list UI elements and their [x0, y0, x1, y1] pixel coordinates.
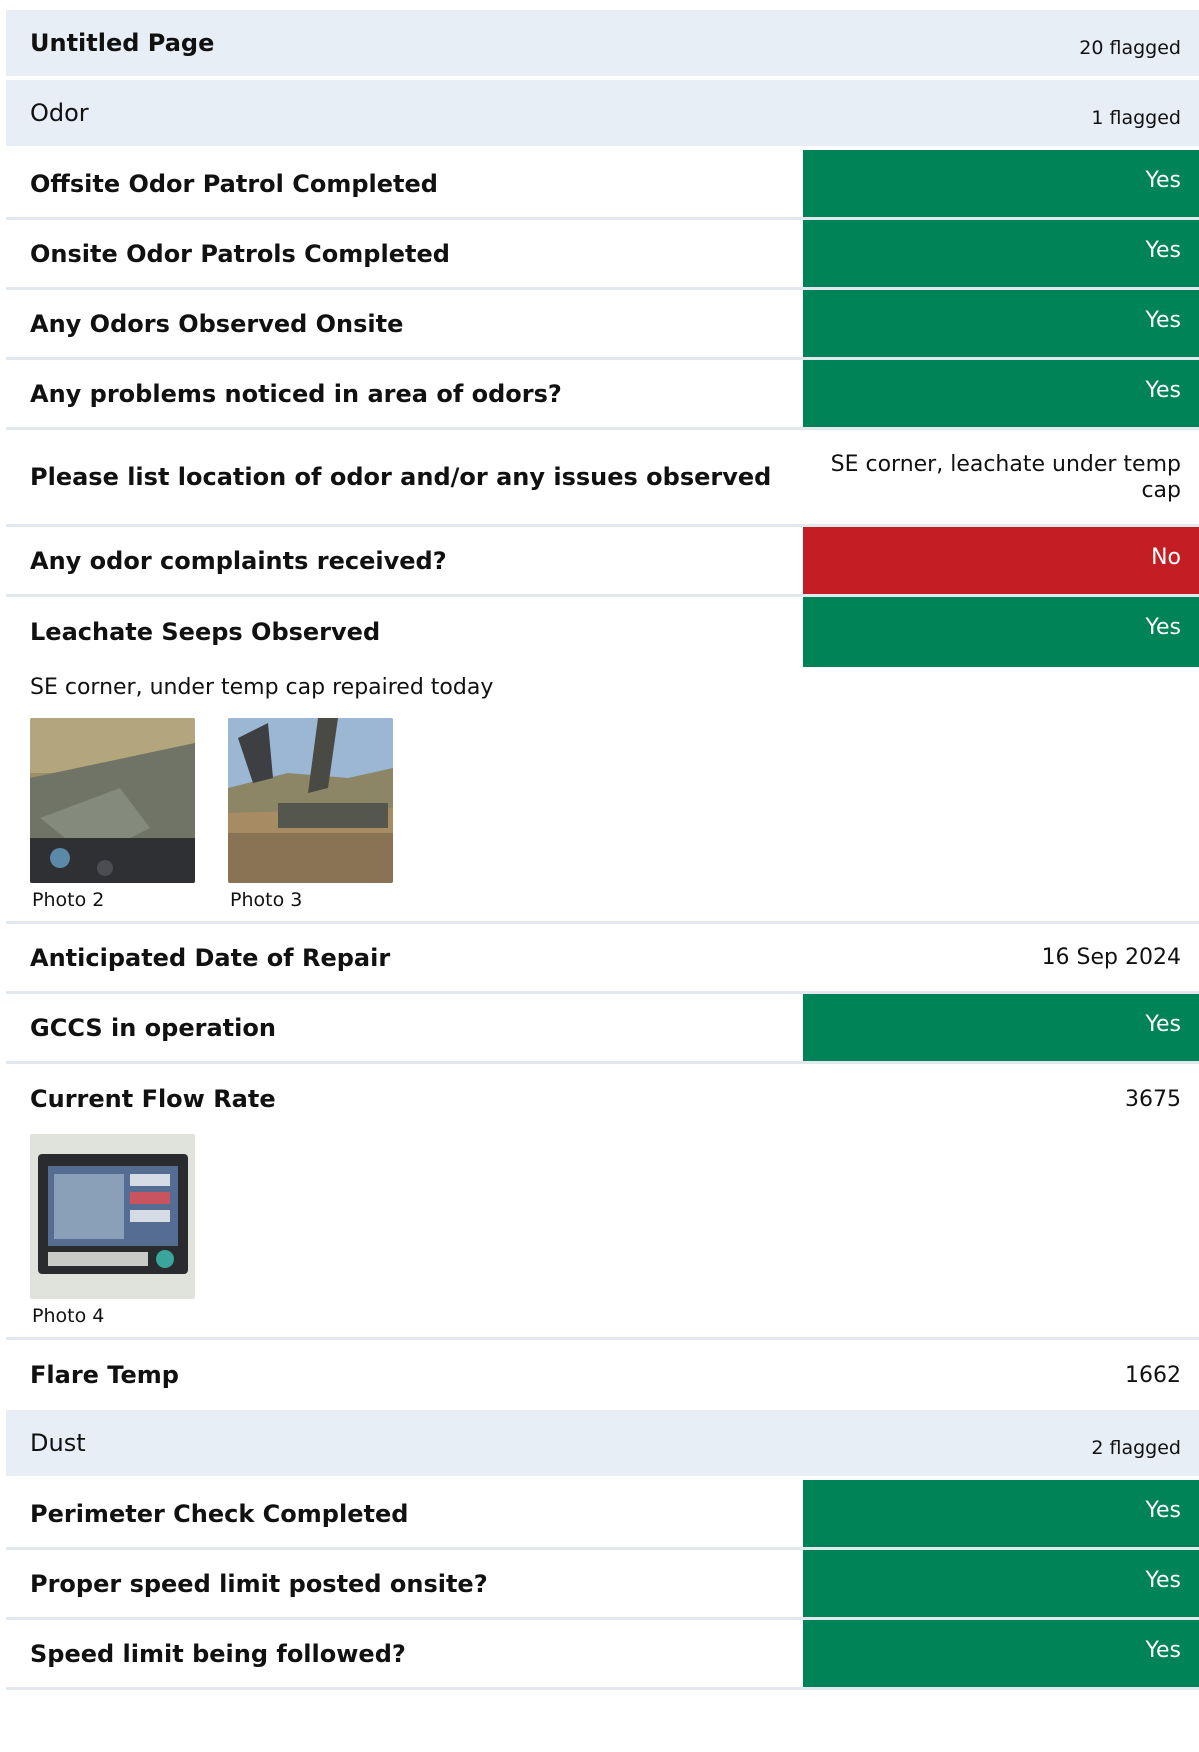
leachate-details: SE corner, under temp cap repaired today… [6, 667, 1199, 924]
photo-caption: Photo 4 [32, 1305, 105, 1327]
photo-4-image[interactable] [30, 1134, 195, 1299]
question-label: Any odor complaints received? [30, 546, 447, 575]
question-row-flare-temp: Flare Temp 1662 [6, 1340, 1199, 1410]
photo-3-image[interactable] [228, 718, 393, 883]
question-label: Flare Temp [30, 1361, 179, 1389]
photo-thumbnail[interactable]: Photo 3 [228, 718, 393, 911]
photo-thumbnail[interactable]: Photo 2 [30, 718, 195, 911]
question-row-flow-rate: Current Flow Rate 3675 [6, 1064, 1199, 1134]
answer-yes-badge: Yes [803, 597, 1199, 667]
question-label: Current Flow Rate [30, 1085, 276, 1113]
question-label: Perimeter Check Completed [30, 1499, 409, 1528]
leachate-note: SE corner, under temp cap repaired today [30, 675, 494, 700]
page-flagged-count: 20 flagged [1079, 37, 1181, 59]
question-row-odors-observed: Any Odors Observed Onsite Yes [6, 290, 1199, 360]
answer-yes-badge: Yes [803, 994, 1199, 1061]
answer-yes-badge: Yes [803, 150, 1199, 217]
answer-number: 1662 [1125, 1362, 1181, 1388]
question-row-gccs: GCCS in operation Yes [6, 994, 1199, 1064]
answer-no-badge: No [803, 527, 1199, 594]
section-header-dust[interactable]: Dust 2 flagged [6, 1410, 1199, 1480]
section-flagged-odor: 1 flagged [1091, 107, 1181, 129]
question-row-speed-limit-followed: Speed limit being followed? Yes [6, 1620, 1199, 1690]
question-row-speed-limit-posted: Proper speed limit posted onsite? Yes [6, 1550, 1199, 1620]
section-header-odor[interactable]: Odor 1 flagged [6, 80, 1199, 150]
answer-yes-badge: Yes [803, 1480, 1199, 1547]
question-label: Speed limit being followed? [30, 1639, 406, 1668]
answer-number: 3675 [1125, 1086, 1181, 1112]
answer-yes-badge: Yes [803, 1550, 1199, 1617]
question-label: Leachate Seeps Observed [30, 618, 381, 646]
question-label: Anticipated Date of Repair [30, 943, 391, 972]
section-title-odor: Odor [30, 99, 89, 127]
question-label: Onsite Odor Patrols Completed [30, 239, 450, 268]
question-label: Any Odors Observed Onsite [30, 309, 404, 338]
photo-thumbnail[interactable]: Photo 4 [30, 1134, 195, 1327]
section-flagged-dust: 2 flagged [1091, 1437, 1181, 1459]
question-row-leachate-seeps: Leachate Seeps Observed Yes [6, 597, 1199, 667]
answer-yes-badge: Yes [803, 220, 1199, 287]
question-row-problems-noticed: Any problems noticed in area of odors? Y… [6, 360, 1199, 430]
photo-2-image[interactable] [30, 718, 195, 883]
answer-text: SE corner, leachate under temp cap [830, 452, 1181, 503]
answer-yes-badge: Yes [803, 290, 1199, 357]
photo-caption: Photo 2 [32, 889, 105, 911]
question-row-odor-location: Please list location of odor and/or any … [6, 430, 1199, 527]
flow-rate-photos: Photo 4 [30, 1134, 1175, 1327]
question-row-anticipated-repair: Anticipated Date of Repair 16 Sep 2024 [6, 924, 1199, 994]
answer-yes-badge: Yes [803, 1620, 1199, 1687]
question-label: Proper speed limit posted onsite? [30, 1569, 488, 1598]
question-row-offsite-odor-patrol: Offsite Odor Patrol Completed Yes [6, 150, 1199, 220]
flow-rate-details: Photo 4 [6, 1134, 1199, 1340]
answer-yes-badge: Yes [803, 360, 1199, 427]
question-label: Please list location of odor and/or any … [30, 463, 772, 491]
question-label: Any problems noticed in area of odors? [30, 379, 562, 408]
question-row-onsite-odor-patrols: Onsite Odor Patrols Completed Yes [6, 220, 1199, 290]
answer-date: 16 Sep 2024 [1041, 945, 1181, 970]
page-title: Untitled Page [30, 29, 215, 57]
photo-caption: Photo 3 [230, 889, 303, 911]
question-row-perimeter-check: Perimeter Check Completed Yes [6, 1480, 1199, 1550]
page-header: Untitled Page 20 flagged [6, 10, 1199, 80]
section-title-dust: Dust [30, 1429, 86, 1457]
leachate-photos: Photo 2 Photo 3 [30, 718, 1175, 911]
question-label: GCCS in operation [30, 1013, 276, 1042]
question-row-odor-complaints: Any odor complaints received? No [6, 527, 1199, 597]
question-label: Offsite Odor Patrol Completed [30, 169, 438, 198]
